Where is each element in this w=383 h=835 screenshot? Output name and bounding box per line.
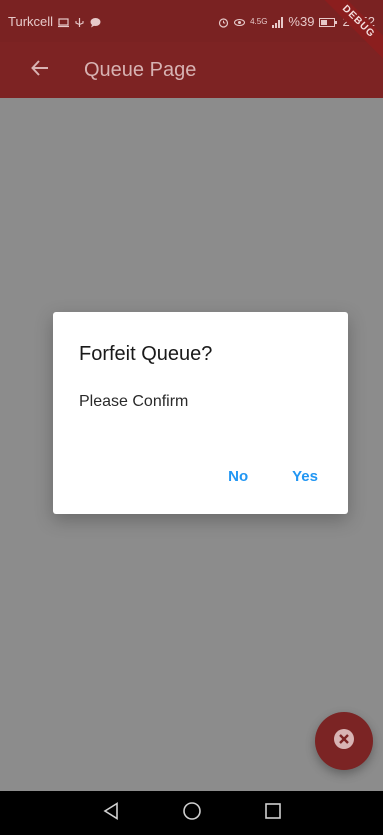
battery-icon xyxy=(319,16,338,27)
dialog-actions: No Yes xyxy=(228,468,318,485)
app-bar: Queue Page xyxy=(0,42,383,98)
alarm-icon xyxy=(218,16,229,28)
no-button[interactable]: No xyxy=(228,468,248,485)
status-left: Turkcell xyxy=(8,14,101,29)
circle-home-icon xyxy=(182,801,202,826)
screen: Turkcell 4.5G %39 Queue Page DEBUG Forfe… xyxy=(0,0,383,835)
page-title: Queue Page xyxy=(84,58,197,81)
triangle-back-icon xyxy=(102,801,119,825)
close-circle-icon xyxy=(333,728,355,755)
square-recents-icon xyxy=(264,802,282,825)
nav-back-button[interactable] xyxy=(99,801,123,825)
nav-home-button[interactable] xyxy=(180,801,204,825)
battery-percent-label: %39 xyxy=(288,13,315,29)
network-type-label: 4.5G xyxy=(250,16,268,26)
forfeit-fab-button[interactable] xyxy=(315,712,373,770)
usb-icon xyxy=(74,16,85,27)
back-button[interactable] xyxy=(26,56,54,84)
yes-button[interactable]: Yes xyxy=(292,468,318,485)
arrow-left-icon xyxy=(31,59,49,81)
dialog-message: Please Confirm xyxy=(79,393,189,410)
carrier-label: Turkcell xyxy=(8,13,54,29)
system-nav-bar xyxy=(0,791,383,835)
eye-icon xyxy=(234,16,246,27)
signal-icon xyxy=(272,16,284,28)
nav-recents-button[interactable] xyxy=(261,801,285,825)
forfeit-dialog: Forfeit Queue? Please Confirm No Yes xyxy=(53,312,348,514)
screen-cast-icon xyxy=(58,16,70,27)
chat-bubble-icon xyxy=(90,16,101,27)
dialog-title: Forfeit Queue? xyxy=(79,343,213,365)
status-bar: Turkcell 4.5G %39 xyxy=(0,0,383,42)
